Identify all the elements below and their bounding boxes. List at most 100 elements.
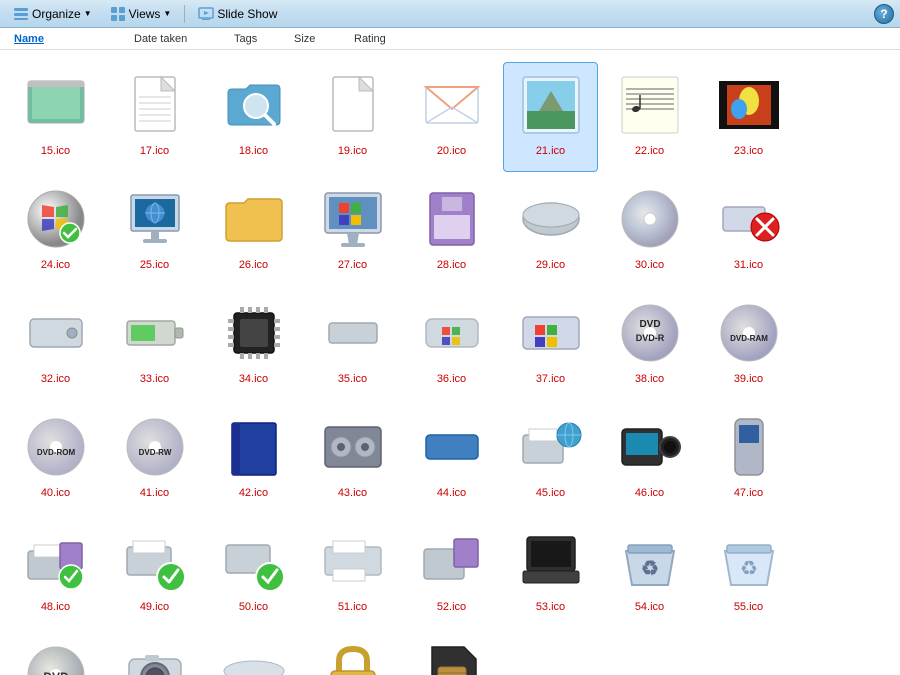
toolbar: Organize ▼ Views ▼ Slide Show ? [0, 0, 900, 28]
slideshow-button[interactable]: Slide Show [191, 3, 284, 25]
file-icon [416, 297, 488, 369]
file-name: 20.ico [437, 145, 466, 158]
file-item[interactable]: 58.ico [206, 632, 301, 675]
file-item[interactable]: 28.ico [404, 176, 499, 286]
file-name: 46.ico [635, 487, 664, 500]
file-item[interactable]: 49.ico [107, 518, 202, 628]
file-item[interactable]: DVDDVD-R38.ico [602, 290, 697, 400]
file-item[interactable]: 25.ico [107, 176, 202, 286]
file-name: 31.ico [734, 259, 763, 272]
file-icon [317, 639, 389, 675]
file-item[interactable]: 46.ico [602, 404, 697, 514]
file-icon [218, 639, 290, 675]
file-item[interactable]: 29.ico [503, 176, 598, 286]
slideshow-icon [198, 6, 214, 22]
file-icon [218, 183, 290, 255]
file-item[interactable]: 60.ico [404, 632, 499, 675]
file-icon [515, 297, 587, 369]
file-item[interactable]: 31.ico [701, 176, 796, 286]
file-item[interactable]: 23.ico [701, 62, 796, 172]
file-item[interactable]: 42.ico [206, 404, 301, 514]
file-item[interactable]: 24.ico [8, 176, 103, 286]
file-item[interactable]: DVD-RW41.ico [107, 404, 202, 514]
file-icon [317, 183, 389, 255]
file-item[interactable]: 34.ico [206, 290, 301, 400]
file-item[interactable]: DVD56.ico [8, 632, 103, 675]
file-name: 21.ico [536, 145, 565, 158]
organize-icon [13, 6, 29, 22]
file-grid[interactable]: 15.ico17.ico18.ico 19.ico 20.ico 21.ico 22.i… [0, 50, 900, 675]
column-headers: Name Date taken Tags Size Rating [0, 28, 900, 50]
file-name: 19.ico [338, 145, 367, 158]
svg-text:DVD-R: DVD-R [635, 333, 664, 343]
file-item[interactable]: 50.ico [206, 518, 301, 628]
file-item[interactable]: 43.ico [305, 404, 400, 514]
file-item[interactable]: 44.ico [404, 404, 499, 514]
help-button[interactable]: ? [874, 4, 894, 24]
svg-text:DVD-RAM: DVD-RAM [730, 334, 768, 343]
col-rating[interactable]: Rating [346, 28, 406, 49]
file-icon [416, 411, 488, 483]
file-icon: ♻ [713, 525, 785, 597]
file-name: 50.ico [239, 601, 268, 614]
file-item[interactable]: ♻55.ico [701, 518, 796, 628]
file-icon [119, 183, 191, 255]
file-item[interactable]: ♻54.ico [602, 518, 697, 628]
col-name[interactable]: Name [6, 28, 126, 49]
file-item[interactable]: 19.ico [305, 62, 400, 172]
file-name: 49.ico [140, 601, 169, 614]
svg-text:♻: ♻ [641, 558, 659, 580]
file-item[interactable]: 32.ico [8, 290, 103, 400]
file-name: 37.ico [536, 373, 565, 386]
file-name: 47.ico [734, 487, 763, 500]
svg-text:DVD-ROM: DVD-ROM [36, 448, 75, 457]
file-name: 32.ico [41, 373, 70, 386]
file-item[interactable]: DVD-ROM 40.ico [8, 404, 103, 514]
file-name: 48.ico [41, 601, 70, 614]
organize-button[interactable]: Organize ▼ [6, 3, 99, 25]
file-icon [218, 297, 290, 369]
file-item[interactable]: 27.ico [305, 176, 400, 286]
file-item[interactable]: 17.ico [107, 62, 202, 172]
file-name: 40.ico [41, 487, 70, 500]
file-icon [416, 525, 488, 597]
file-item[interactable]: 15.ico [8, 62, 103, 172]
svg-text:DVD: DVD [43, 670, 69, 675]
file-item[interactable]: 35.ico [305, 290, 400, 400]
file-item[interactable]: 22.ico [602, 62, 697, 172]
svg-text:♻: ♻ [740, 558, 758, 580]
file-icon [614, 183, 686, 255]
file-item[interactable]: 33.ico [107, 290, 202, 400]
file-name: 33.ico [140, 373, 169, 386]
file-item[interactable]: 36.ico [404, 290, 499, 400]
file-icon [119, 639, 191, 675]
file-item[interactable]: 52.ico [404, 518, 499, 628]
file-name: 22.ico [635, 145, 664, 158]
file-item[interactable]: 51.ico [305, 518, 400, 628]
file-item[interactable]: 57.ico [107, 632, 202, 675]
file-item[interactable]: 48.ico [8, 518, 103, 628]
file-item[interactable]: 26.ico [206, 176, 301, 286]
file-item[interactable]: 20.ico [404, 62, 499, 172]
file-item[interactable]: 45.ico [503, 404, 598, 514]
file-item[interactable]: 53.ico [503, 518, 598, 628]
col-size[interactable]: Size [286, 28, 346, 49]
file-icon [416, 183, 488, 255]
col-tags[interactable]: Tags [226, 28, 286, 49]
file-name: 30.ico [635, 259, 664, 272]
file-icon [416, 639, 488, 675]
file-item[interactable]: 47.ico [701, 404, 796, 514]
views-button[interactable]: Views ▼ [103, 3, 179, 25]
file-item[interactable]: 18.ico [206, 62, 301, 172]
file-icon [20, 69, 92, 141]
file-item[interactable]: 37.ico [503, 290, 598, 400]
col-date-taken[interactable]: Date taken [126, 28, 226, 49]
file-icon [20, 183, 92, 255]
file-name: 38.ico [635, 373, 664, 386]
file-item[interactable]: DVD-RAM39.ico [701, 290, 796, 400]
file-name: 35.ico [338, 373, 367, 386]
file-item[interactable]: 21.ico [503, 62, 598, 172]
file-item[interactable]: 59.ico [305, 632, 400, 675]
file-icon [317, 411, 389, 483]
file-item[interactable]: 30.ico [602, 176, 697, 286]
